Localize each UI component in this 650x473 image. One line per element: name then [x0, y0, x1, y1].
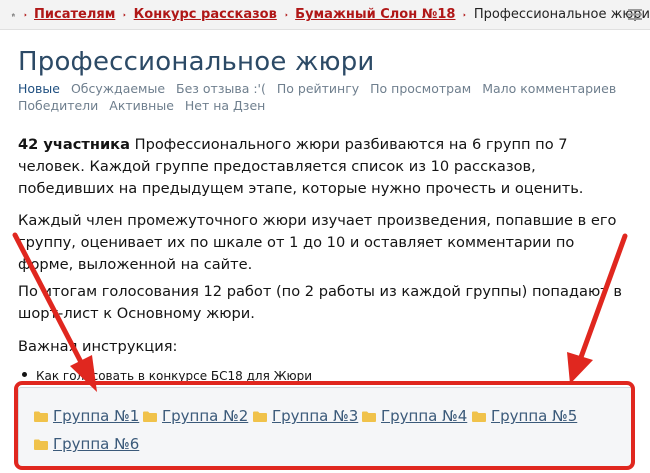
group-label[interactable]: Группа №3: [272, 407, 358, 425]
breadcrumb-link[interactable]: Писателям: [34, 7, 115, 22]
breadcrumb-link[interactable]: Конкурс рассказов: [134, 7, 277, 22]
folder-icon: [362, 411, 376, 422]
chevron-right-icon: [123, 12, 126, 17]
participant-count: 42 участника: [18, 136, 130, 153]
folder-icon: [472, 411, 486, 422]
tab-by-rating[interactable]: По рейтингу: [277, 81, 359, 96]
folder-icon: [34, 439, 48, 450]
tab-discussed[interactable]: Обсуждаемые: [71, 81, 165, 96]
group-link-1[interactable]: Группа №1: [34, 407, 139, 425]
tab-active[interactable]: Активные: [109, 98, 174, 113]
instruction-label: Важная инструкция:: [18, 338, 178, 355]
filter-tabs: Новые Обсуждаемые Без отзыва :'( По рейт…: [18, 81, 623, 96]
bullet-icon: [22, 372, 27, 377]
group-label[interactable]: Группа №5: [491, 407, 577, 425]
page-title: Профессиональное жюри: [18, 47, 375, 77]
tab-not-on-dzen[interactable]: Нет на Дзен: [185, 98, 265, 113]
chevron-right-icon: [464, 12, 467, 17]
group-link-4[interactable]: Группа №4: [362, 407, 467, 425]
menu-icon[interactable]: [628, 8, 642, 21]
tab-by-views[interactable]: По просмотрам: [370, 81, 471, 96]
breadcrumb: Писателям Конкурс рассказов Бумажный Сло…: [0, 0, 650, 30]
group-label[interactable]: Группа №6: [53, 435, 139, 453]
tab-few-comments[interactable]: Мало комментариев: [482, 81, 616, 96]
folder-icon: [34, 411, 48, 422]
tab-new[interactable]: Новые: [18, 81, 60, 96]
home-icon[interactable]: [11, 8, 16, 22]
groups-panel: Группа №1 Группа №2 Группа №3 Группа №4 …: [18, 387, 633, 467]
folder-icon: [143, 411, 157, 422]
breadcrumb-current: Профессиональное жюри: [473, 7, 650, 22]
group-label[interactable]: Группа №2: [162, 407, 248, 425]
chevron-right-icon: [285, 12, 288, 17]
folder-icon: [253, 411, 267, 422]
filter-tabs: Победители Активные Нет на Дзен: [18, 98, 272, 113]
group-link-3[interactable]: Группа №3: [253, 407, 358, 425]
intro-paragraph: 42 участника Профессионального жюри разб…: [18, 134, 628, 200]
group-link-5[interactable]: Группа №5: [472, 407, 577, 425]
group-label[interactable]: Группа №4: [381, 407, 467, 425]
paragraph: Каждый член промежуточного жюри изучает …: [18, 212, 617, 273]
group-link-2[interactable]: Группа №2: [143, 407, 248, 425]
breadcrumb-link[interactable]: Бумажный Слон №18: [295, 7, 455, 22]
chevron-right-icon: [24, 12, 27, 17]
tab-winners[interactable]: Победители: [18, 98, 98, 113]
group-label[interactable]: Группа №1: [53, 407, 139, 425]
tab-no-review[interactable]: Без отзыва :'(: [176, 81, 266, 96]
group-link-6[interactable]: Группа №6: [34, 435, 139, 453]
paragraph: По итогам голосования 12 работ (по 2 раб…: [18, 283, 622, 322]
instruction-link[interactable]: Как голосовать в конкурсе БС18 для Жюри: [36, 369, 312, 383]
list-item[interactable]: Как голосовать в конкурсе БС18 для Жюри: [22, 369, 312, 383]
